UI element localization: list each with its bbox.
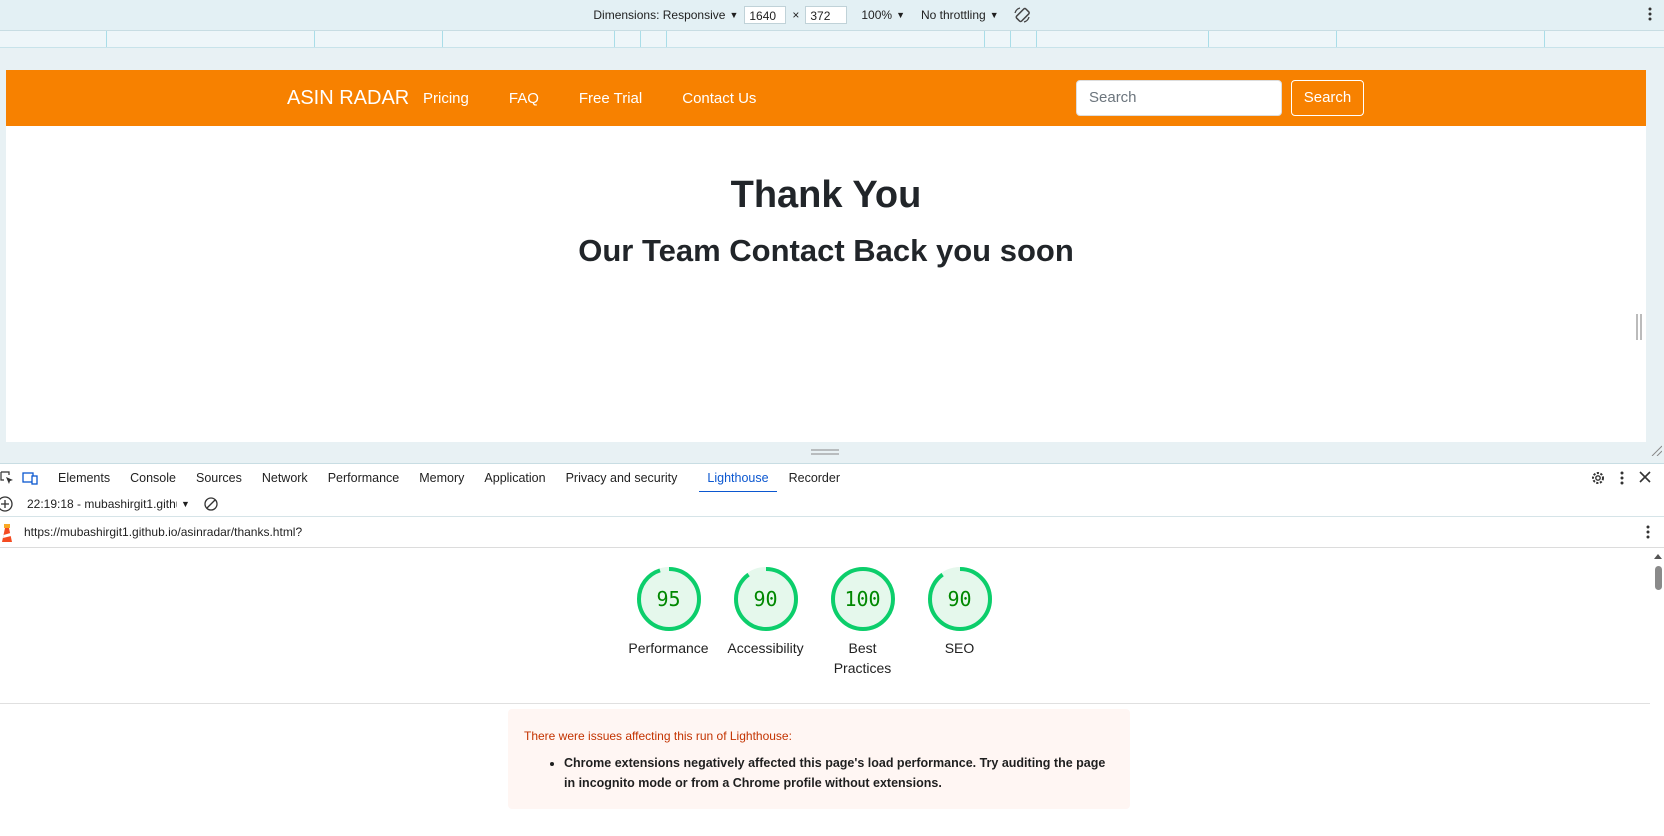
page-subheading: Our Team Contact Back you soon [578,233,1074,268]
nav-link-pricing[interactable]: Pricing [423,90,469,107]
device-toggle-icon[interactable] [22,471,38,485]
lighthouse-logo-icon [2,524,12,542]
audited-url[interactable]: https://mubashirgit1.github.io/asinradar… [24,525,302,539]
gauge-value: 90 [947,587,972,611]
device-toolbar: Dimensions: Responsive ▼ 1640 × 372 100%… [0,0,1664,31]
scroll-up-arrow-icon[interactable] [1653,552,1663,560]
close-devtools-icon[interactable] [1638,470,1652,484]
dimensions-dropdown[interactable]: Dimensions: Responsive ▼ [593,8,738,22]
report-more-icon[interactable] [1646,524,1650,540]
tab-lighthouse[interactable]: Lighthouse [697,464,778,493]
site-search-input[interactable]: Search [1076,80,1282,116]
caret-down-icon: ▼ [989,10,999,20]
dimensions-label: Dimensions: Responsive [593,8,726,22]
tab-privacy-and-security[interactable]: Privacy and security [556,464,688,492]
caret-down-icon: ▼ [729,10,739,20]
tab-console[interactable]: Console [120,464,186,492]
warning-title: There were issues affecting this run of … [524,729,792,743]
gauge-label: Accessibility [727,640,804,656]
gauge-value: 100 [844,587,881,611]
lighthouse-url-bar: https://mubashirgit1.github.io/asinradar… [0,517,1664,548]
height-resize-handle-icon[interactable] [811,448,839,456]
gauge-value: 90 [753,587,778,611]
site-nav: Pricing FAQ Free Trial Contact Us [423,90,796,107]
times-sign: × [792,8,800,22]
caret-down-icon: ▼ [896,10,905,20]
more-options-icon[interactable] [1648,6,1652,22]
width-input[interactable]: 1640 [744,6,787,24]
site-brand[interactable]: ASIN RADAR [287,87,409,110]
corner-resize-handle-icon[interactable] [1650,444,1662,456]
caret-down-icon[interactable]: ▼ [181,499,190,509]
emulated-page: ASIN RADAR Pricing FAQ Free Trial Contac… [6,70,1646,442]
clear-reports-icon[interactable] [204,497,218,511]
section-divider [0,703,1650,704]
score-seo[interactable]: 90 SEO [911,566,1008,678]
gauge-value: 95 [656,587,681,611]
tab-application[interactable]: Application [474,464,555,492]
lighthouse-scores: 95 Performance 90 Accessibility 100 Best… [620,566,1008,678]
gauge-label: Performance [628,640,709,656]
settings-gear-icon[interactable] [1590,470,1606,486]
page-heading: Thank You [730,174,922,216]
score-performance[interactable]: 95 Performance [620,566,717,678]
report-selector-bar: 22:19:18 - mubashirgit1.githu ▼ [0,492,1664,517]
score-accessibility[interactable]: 90 Accessibility [717,566,814,678]
height-input[interactable]: 372 [805,6,848,24]
new-report-plus-icon[interactable] [0,496,13,512]
zoom-dropdown[interactable]: 100% ▼ [861,8,905,22]
inspect-element-icon[interactable] [0,471,14,485]
tab-sources[interactable]: Sources [186,464,252,492]
report-scrollbar[interactable] [1652,548,1664,836]
tab-recorder[interactable]: Recorder [779,464,850,492]
devtools-tab-bar: Elements Console Sources Network Perform… [0,463,1664,493]
nav-link-free-trial[interactable]: Free Trial [579,90,642,107]
resize-handle-icon[interactable] [1636,314,1642,340]
site-navbar: ASIN RADAR Pricing FAQ Free Trial Contac… [6,70,1646,126]
score-best-practices[interactable]: 100 Best Practices [814,566,911,678]
tab-memory[interactable]: Memory [409,464,474,492]
tab-performance[interactable]: Performance [318,464,410,492]
zoom-label: 100% [861,8,893,22]
rotate-icon[interactable] [1013,6,1031,24]
throttling-label: No throttling [921,8,986,22]
tab-elements[interactable]: Elements [48,464,120,492]
media-query-ruler[interactable] [0,31,1664,48]
run-warnings: There were issues affecting this run of … [508,709,1130,809]
report-selector[interactable]: 22:19:18 - mubashirgit1.githu [27,497,177,511]
devtools-more-icon[interactable] [1620,470,1624,486]
warning-item: Chrome extensions negatively affected th… [564,753,1114,793]
throttling-dropdown[interactable]: No throttling ▼ [921,8,999,22]
scrollbar-thumb[interactable] [1655,566,1662,590]
gauge-label: Best Practices [833,640,892,676]
nav-link-faq[interactable]: FAQ [509,90,539,107]
tab-network[interactable]: Network [252,464,318,492]
site-search-button[interactable]: Search [1291,80,1364,116]
warning-list: Chrome extensions negatively affected th… [524,753,1114,793]
gauge-label: SEO [944,640,975,656]
nav-link-contact-us[interactable]: Contact Us [682,90,756,107]
